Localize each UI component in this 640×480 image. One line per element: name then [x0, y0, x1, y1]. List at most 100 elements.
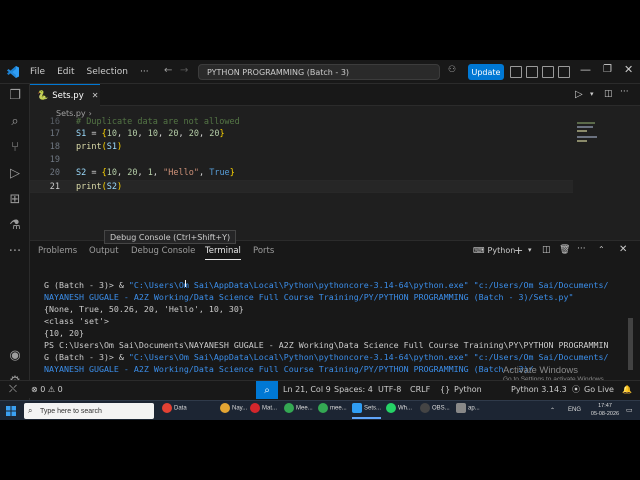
- code-line-19[interactable]: 19: [30, 154, 590, 167]
- code-line-17[interactable]: 17 S1 = {10, 10, 10, 20, 20, 20}: [30, 128, 590, 141]
- run-debug-icon[interactable]: ▷: [7, 166, 23, 182]
- terminal-line[interactable]: {10, 20}: [44, 327, 629, 339]
- activity-bar: ❐ ⌕ ⑂ ▷ ⊞ ⚗ ··· ◉ ⚙ 1: [0, 84, 30, 420]
- accounts-icon[interactable]: ◉: [7, 348, 23, 364]
- terminal-line[interactable]: NAYANESH GUGALE - A2Z Working/Data Scien…: [44, 291, 629, 303]
- command-center[interactable]: PYTHON PROGRAMMING (Batch - 3): [198, 64, 440, 80]
- tab-close-icon[interactable]: ✕: [92, 91, 99, 100]
- more-views-icon[interactable]: ···: [7, 244, 23, 260]
- taskbar-app-chrome-2[interactable]: Nay...: [220, 403, 247, 419]
- taskbar-app-other[interactable]: ap...: [456, 403, 480, 419]
- taskbar-app-chrome[interactable]: Data: [162, 403, 187, 419]
- windows-start-icon[interactable]: [6, 406, 16, 416]
- split-editor-icon[interactable]: ◫: [604, 89, 613, 99]
- go-live-button[interactable]: Go Live: [584, 381, 614, 399]
- customize-layout-icon[interactable]: [558, 66, 570, 78]
- language-mode[interactable]: Python: [454, 381, 482, 399]
- terminal-line[interactable]: PS C:\Users\Om Sai\Documents\NAYANESH GU…: [44, 339, 629, 351]
- terminal-line[interactable]: G (Batch - 3)> & "C:\Users\Om Sai\AppDat…: [44, 351, 629, 363]
- tray-up-icon[interactable]: ⌃: [550, 407, 555, 414]
- code-text: S2 = {10, 20, 1, "Hello", True}: [76, 168, 235, 178]
- toggle-panel-icon[interactable]: [526, 66, 538, 78]
- update-button[interactable]: Update: [468, 64, 504, 80]
- language-icon[interactable]: {}: [440, 381, 450, 399]
- maximize-icon[interactable]: ❐: [603, 64, 612, 75]
- toggle-sidebar-icon[interactable]: [510, 66, 522, 78]
- maximize-panel-icon[interactable]: ⌃: [598, 245, 605, 254]
- editor-tab-bar: [30, 84, 640, 106]
- taskbar-app-meet[interactable]: Mee...: [284, 403, 313, 419]
- back-arrow-icon[interactable]: ←: [164, 65, 172, 76]
- run-python-file-icon[interactable]: ▷: [575, 89, 583, 100]
- zoom-search-icon[interactable]: ⌕: [256, 381, 278, 399]
- code-text: # Duplicate data are not allowed: [76, 117, 240, 127]
- title-bar: File Edit Selection ··· ← → PYTHON PROGR…: [0, 60, 640, 84]
- minimize-icon[interactable]: —: [580, 63, 591, 76]
- terminal-dropdown-icon[interactable]: ▾: [528, 246, 532, 254]
- menu-more[interactable]: ···: [134, 67, 155, 77]
- toggle-secondary-sidebar-icon[interactable]: [542, 66, 554, 78]
- search-icon[interactable]: ⌕: [7, 114, 23, 130]
- cursor-position[interactable]: Ln 21, Col 9: [283, 381, 331, 399]
- split-terminal-icon[interactable]: ◫: [542, 245, 551, 255]
- menu-bar: File Edit Selection ···: [24, 60, 155, 84]
- notifications-bell-icon[interactable]: 🔔: [622, 381, 632, 399]
- tab-sets-py[interactable]: 🐍 Sets.py ✕: [30, 84, 100, 106]
- taskbar-search[interactable]: ⌕ Type here to search: [24, 403, 154, 419]
- terminal-command: "C:\Users\Om Sai\AppData\Local\Python\py…: [128, 280, 609, 290]
- panel-tab-ports[interactable]: Ports: [253, 246, 274, 256]
- testing-icon[interactable]: ⚗: [7, 218, 23, 234]
- code-line-18[interactable]: 18 print(S1): [30, 141, 590, 154]
- taskbar-app-mat[interactable]: Mat...: [250, 403, 277, 419]
- taskbar-clock[interactable]: 17:47 05-08-2026: [590, 402, 620, 418]
- new-terminal-icon[interactable]: +: [514, 244, 523, 257]
- taskbar-lang[interactable]: ENG: [568, 407, 581, 413]
- panel-tab-output[interactable]: Output: [89, 246, 119, 256]
- code-line-20[interactable]: 20 S2 = {10, 20, 1, "Hello", True}: [30, 167, 590, 180]
- problems-count[interactable]: ⊗ 0 ⚠ 0: [31, 381, 63, 399]
- terminal-line[interactable]: {None, True, 50.26, 20, 'Hello', 10, 30}: [44, 303, 629, 315]
- code-line-21[interactable]: 21 print(S2): [30, 180, 573, 193]
- terminal-prompt: G (Batch - 3)> &: [44, 280, 129, 290]
- explorer-icon[interactable]: ❐: [7, 88, 23, 104]
- run-dropdown-icon[interactable]: ▾: [590, 90, 594, 98]
- taskbar-app-obs[interactable]: OBS...: [420, 403, 450, 419]
- extensions-icon[interactable]: ⊞: [7, 192, 23, 208]
- go-live-icon[interactable]: ⦿: [572, 381, 580, 399]
- terminal-line[interactable]: <class 'set'>: [44, 315, 629, 327]
- close-icon[interactable]: ✕: [624, 63, 633, 76]
- kill-terminal-icon[interactable]: 🗑: [559, 245, 570, 255]
- taskbar-app-label: Mee...: [296, 405, 313, 412]
- end-of-line[interactable]: CRLF: [410, 381, 430, 399]
- menu-edit[interactable]: Edit: [51, 67, 80, 77]
- taskbar-app-label: ap...: [468, 405, 480, 412]
- remote-indicator-icon[interactable]: ⤬: [9, 381, 17, 399]
- minimap[interactable]: [575, 120, 605, 150]
- taskbar-app-vscode[interactable]: Sets...: [352, 403, 382, 419]
- terminal-python-icon: ⌨: [473, 246, 485, 255]
- taskbar-time: 17:47: [598, 403, 612, 409]
- source-control-icon[interactable]: ⑂: [7, 140, 23, 156]
- taskbar-search-placeholder: Type here to search: [40, 407, 102, 415]
- terminal-scrollbar[interactable]: [628, 318, 633, 370]
- panel-tab-debug-console[interactable]: Debug Console: [131, 246, 195, 256]
- panel-tab-problems[interactable]: Problems: [38, 246, 77, 256]
- editor-more-icon[interactable]: ···: [620, 87, 629, 97]
- panel-tab-terminal[interactable]: Terminal: [205, 246, 241, 260]
- terminal-instance[interactable]: ⌨ Python: [473, 246, 515, 255]
- forward-arrow-icon[interactable]: →: [180, 65, 188, 76]
- taskbar-app-meet-2[interactable]: mee...: [318, 403, 347, 419]
- terminal-line[interactable]: G (Batch - 3)> & "C:\Users\Om Sai\AppDat…: [44, 279, 629, 291]
- menu-selection[interactable]: Selection: [81, 67, 134, 77]
- code-text: S1 = {10, 10, 10, 20, 20, 20}: [76, 129, 225, 139]
- panel-more-icon[interactable]: ···: [577, 244, 586, 254]
- copilot-icon[interactable]: ⚇: [448, 65, 456, 75]
- encoding[interactable]: UTF-8: [378, 381, 401, 399]
- close-panel-icon[interactable]: ✕: [619, 244, 627, 255]
- indentation[interactable]: Spaces: 4: [334, 381, 373, 399]
- line-number: 20: [49, 168, 60, 178]
- taskbar-app-whatsapp[interactable]: Wh...: [386, 403, 412, 419]
- menu-file[interactable]: File: [24, 67, 51, 77]
- python-interpreter[interactable]: Python 3.14.3: [511, 381, 567, 399]
- notification-center-icon[interactable]: ▭: [626, 406, 633, 414]
